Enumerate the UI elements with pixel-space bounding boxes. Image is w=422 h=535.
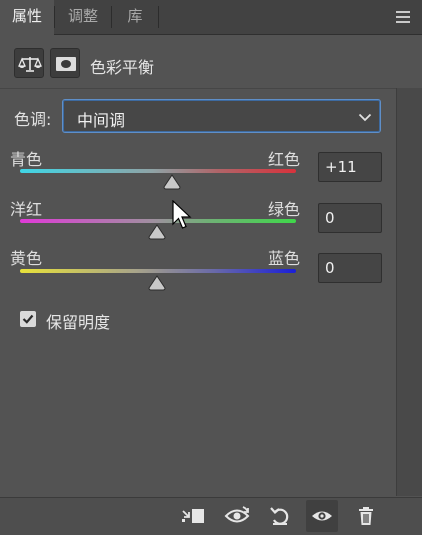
tone-dropdown[interactable]: 中间调 — [62, 99, 381, 133]
panel-tab-bar: 属性 调整 库 — [0, 0, 422, 35]
tab-adjustments[interactable]: 调整 — [55, 0, 111, 34]
magenta-green-value: 0 — [325, 209, 335, 227]
chevron-down-icon — [358, 113, 372, 122]
view-previous-state-icon[interactable] — [221, 500, 253, 532]
tone-label: 色调: — [14, 110, 52, 129]
slider-cyan-label: 青色 — [10, 150, 43, 169]
header-divider — [0, 88, 396, 89]
yellow-blue-track[interactable] — [20, 269, 296, 273]
trash-icon[interactable] — [350, 500, 382, 532]
balance-scale-icon[interactable] — [14, 48, 44, 78]
cyan-red-track[interactable] — [20, 169, 296, 173]
slider-red-label: 红色 — [268, 150, 301, 169]
yellow-blue-slider-thumb[interactable] — [148, 275, 166, 291]
cyan-red-value-field[interactable]: +11 — [318, 152, 382, 182]
clip-to-layer-icon[interactable] — [178, 500, 210, 532]
checkmark-icon — [22, 314, 34, 324]
magenta-green-slider-thumb[interactable] — [148, 224, 166, 240]
magenta-green-value-field[interactable]: 0 — [318, 203, 382, 233]
properties-header: 色彩平衡 — [0, 44, 400, 84]
panel-scrollbar[interactable] — [396, 88, 422, 496]
magenta-green-track[interactable] — [20, 219, 296, 223]
visibility-eye-icon[interactable] — [306, 500, 338, 532]
cyan-red-slider-thumb[interactable] — [163, 174, 181, 190]
layer-mask-icon[interactable] — [50, 48, 80, 78]
preserve-luminosity-checkbox[interactable] — [20, 311, 36, 327]
cyan-red-value: +11 — [325, 158, 357, 176]
yellow-blue-value: 0 — [325, 259, 335, 277]
hamburger-menu-icon[interactable] — [396, 11, 410, 23]
mouse-pointer-icon — [172, 200, 192, 229]
preserve-luminosity-label: 保留明度 — [46, 313, 111, 332]
yellow-blue-value-field[interactable]: 0 — [318, 253, 382, 283]
slider-blue-label: 蓝色 — [268, 249, 301, 268]
slider-yellow-label: 黄色 — [10, 249, 43, 268]
reset-icon[interactable] — [264, 500, 296, 532]
panel-bottom-toolbar — [0, 497, 422, 535]
tab-separator — [158, 6, 159, 28]
tab-libraries[interactable]: 库 — [112, 0, 158, 34]
slider-magenta-label: 洋红 — [10, 200, 43, 219]
tone-selected-value: 中间调 — [77, 111, 126, 130]
tab-properties[interactable]: 属性 — [0, 0, 54, 35]
adjustment-title: 色彩平衡 — [90, 58, 155, 77]
slider-green-label: 绿色 — [268, 200, 301, 219]
